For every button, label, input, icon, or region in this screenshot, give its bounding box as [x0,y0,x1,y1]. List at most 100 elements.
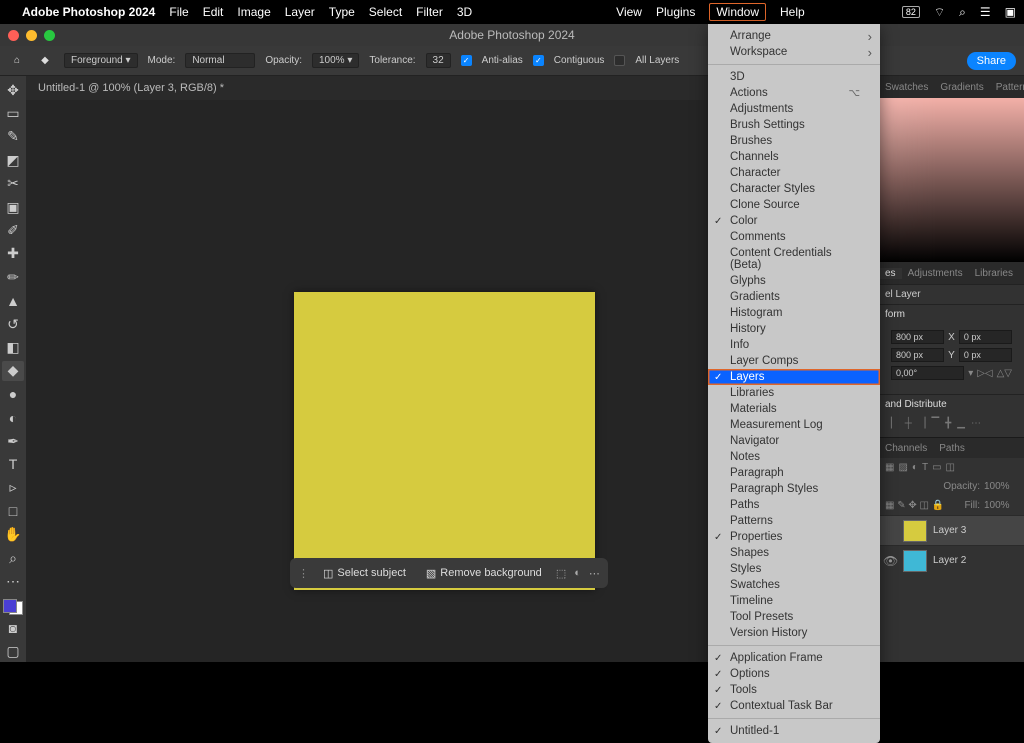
dodge-tool[interactable]: ◐ [2,407,24,427]
menu-item-shapes[interactable]: Shapes [708,545,880,561]
tab-p[interactable]: P [1019,268,1024,279]
menu-item-paths[interactable]: Paths [708,497,880,513]
menu-item-comments[interactable]: Comments [708,229,880,245]
select-subject-button[interactable]: ◫ Select subject [317,565,412,582]
spotlight-icon[interactable]: ⌕ [959,5,966,20]
zoom-window-button[interactable] [44,30,55,41]
marquee-tool[interactable]: ▭ [2,103,24,123]
align-more-icon[interactable]: ⋯ [971,418,981,429]
crop-tool[interactable]: ✂ [2,174,24,194]
menu-item-actions[interactable]: Actions⌥ [708,85,880,101]
remove-background-button[interactable]: ▧ Remove background [420,565,548,582]
contiguous-checkbox[interactable]: ✓ [533,55,544,66]
blur-tool[interactable]: ● [2,384,24,404]
lasso-tool[interactable]: ✎ [2,127,24,147]
tab-paths[interactable]: Paths [933,443,971,454]
color-swatches[interactable] [3,599,23,616]
menu-item-properties[interactable]: ✓Properties [708,529,880,545]
transform-icon[interactable]: ⬚ [556,567,566,580]
menu-3d[interactable]: 3D [457,5,472,19]
share-button[interactable]: Share [967,52,1016,70]
tab-libraries[interactable]: Libraries [969,268,1019,279]
menu-item-contextual-task-bar[interactable]: ✓Contextual Task Bar [708,698,880,714]
align-bottom-icon[interactable]: ▁ [957,418,965,429]
height-input[interactable]: 800 px [891,348,944,362]
align-middle-icon[interactable]: ╋ [945,418,951,429]
app-name[interactable]: Adobe Photoshop 2024 [22,5,155,19]
y-input[interactable]: 0 px [959,348,1012,362]
menu-item-layer-comps[interactable]: Layer Comps [708,353,880,369]
menu-item-channels[interactable]: Channels [708,149,880,165]
mode-select[interactable]: Normal [185,53,255,68]
minimize-window-button[interactable] [26,30,37,41]
menu-view[interactable]: View [616,5,642,19]
pen-tool[interactable]: ✒ [2,431,24,451]
brush-tool[interactable]: ✏ [2,267,24,287]
tool-preset-icon[interactable]: ◆ [36,52,54,70]
menu-item-options[interactable]: ✓Options [708,666,880,682]
control-center-icon[interactable]: ☰ [980,5,991,19]
tab-patterns[interactable]: Patterns [990,82,1024,93]
layer-filter-icon[interactable]: ▦ [885,462,894,473]
fg-color-swatch[interactable] [3,599,17,613]
healing-brush-tool[interactable]: ✚ [2,244,24,264]
menu-plugins[interactable]: Plugins [656,5,695,19]
move-tool[interactable]: ✥ [2,80,24,100]
menu-item-patterns[interactable]: Patterns [708,513,880,529]
menu-item-materials[interactable]: Materials [708,401,880,417]
align-left-icon[interactable]: ▏ [891,418,899,429]
visibility-icon[interactable]: 👁 [883,554,897,568]
color-picker[interactable] [879,98,1024,262]
width-input[interactable]: 800 px [891,330,944,344]
tab-adjustments[interactable]: Adjustments [902,268,969,279]
menu-item-paragraph[interactable]: Paragraph [708,465,880,481]
menu-item-paragraph-styles[interactable]: Paragraph Styles [708,481,880,497]
type-tool[interactable]: T [2,454,24,474]
filter-type-icon[interactable]: T [922,462,928,473]
menu-layer[interactable]: Layer [285,5,315,19]
more-icon[interactable]: ⋯ [589,567,600,580]
menu-item-content-credentials-beta-[interactable]: Content Credentials (Beta) [708,245,880,273]
menu-item-application-frame[interactable]: ✓Application Frame [708,650,880,666]
filter-smart-icon[interactable]: ◫ [946,462,955,473]
history-brush-tool[interactable]: ↺ [2,314,24,334]
layer-row[interactable]: Layer 3 [879,515,1024,545]
menu-item-gradients[interactable]: Gradients [708,289,880,305]
menu-item-color[interactable]: ✓Color [708,213,880,229]
path-select-tool[interactable]: ▹ [2,478,24,498]
menu-item-swatches[interactable]: Swatches [708,577,880,593]
align-top-icon[interactable]: ▔ [932,418,940,429]
menu-item-libraries[interactable]: Libraries [708,385,880,401]
tab-properties-partial[interactable]: es [879,268,902,279]
layer-opacity-input[interactable]: 100% [984,481,1018,492]
menu-item-brushes[interactable]: Brushes [708,133,880,149]
menu-item-3d[interactable]: 3D [708,69,880,85]
anti-alias-checkbox[interactable]: ✓ [461,55,472,66]
zoom-tool[interactable]: ⌕ [2,548,24,568]
filter-adjust-icon[interactable]: ◐ [912,462,918,473]
menu-item-styles[interactable]: Styles [708,561,880,577]
menu-item-tools[interactable]: ✓Tools [708,682,880,698]
eyedropper-tool[interactable]: ✐ [2,220,24,240]
opacity-input[interactable]: 100% ▾ [312,53,359,68]
menu-item-brush-settings[interactable]: Brush Settings [708,117,880,133]
menu-item-clone-source[interactable]: Clone Source [708,197,880,213]
menu-filter[interactable]: Filter [416,5,443,19]
menu-item-character-styles[interactable]: Character Styles [708,181,880,197]
menu-item-notes[interactable]: Notes [708,449,880,465]
hand-tool[interactable]: ✋ [2,524,24,544]
menu-type[interactable]: Type [329,5,355,19]
home-icon[interactable]: ⌂ [8,52,26,70]
filter-pixel-icon[interactable]: ▨ [898,462,907,473]
menu-item-info[interactable]: Info [708,337,880,353]
menu-item-measurement-log[interactable]: Measurement Log [708,417,880,433]
rectangle-tool[interactable]: □ [2,501,24,521]
menu-item-adjustments[interactable]: Adjustments [708,101,880,117]
tab-gradients[interactable]: Gradients [934,82,989,93]
menu-edit[interactable]: Edit [203,5,224,19]
menu-item-untitled-1[interactable]: ✓Untitled-1 [708,723,880,739]
flip-v-icon[interactable]: △▽ [997,368,1012,379]
flip-h-icon[interactable]: ▷◁ [977,368,992,379]
menu-image[interactable]: Image [237,5,270,19]
wifi-icon[interactable]: ⌔ [934,5,945,20]
